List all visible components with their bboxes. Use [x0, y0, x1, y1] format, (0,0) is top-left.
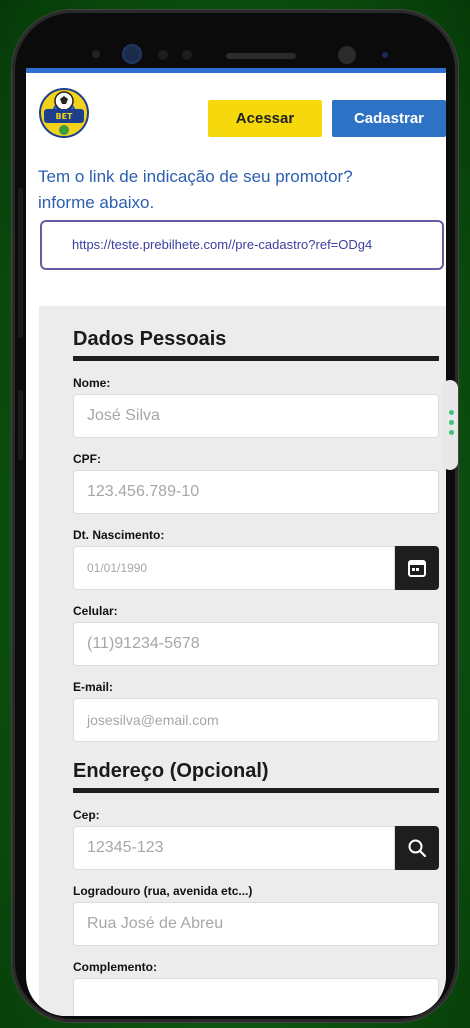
search-icon [408, 839, 427, 858]
calendar-icon [408, 560, 426, 577]
birth-date-input[interactable]: 01/01/1990 [73, 546, 395, 590]
street-input[interactable]: Rua José de Abreu [73, 902, 439, 946]
complement-label: Complemento: [73, 960, 157, 974]
section-divider [73, 788, 439, 793]
name-label: Nome: [73, 376, 111, 390]
cpf-label: CPF: [73, 452, 101, 466]
power-button [18, 390, 23, 460]
volume-button [18, 188, 23, 338]
referral-prompt-line2: informe abaixo. [38, 193, 155, 212]
address-title: Endereço (Opcional) [73, 760, 269, 782]
registration-form-panel: Dados Pessoais Nome: José Silva CPF: 123… [39, 306, 446, 1016]
email-input[interactable]: josesilva@email.com [73, 698, 439, 742]
login-button[interactable]: Acessar [208, 100, 322, 137]
app-screen: BET Acessar Cadastrar Tem o link de indi… [26, 68, 446, 1016]
section-divider [73, 356, 439, 361]
logo-ball-icon[interactable]: BET [38, 87, 90, 139]
cep-search-button[interactable] [395, 826, 439, 870]
register-button[interactable]: Cadastrar [332, 100, 446, 137]
app-header: BET Acessar Cadastrar [26, 73, 446, 153]
phone-sensors [92, 44, 392, 68]
name-placeholder: José Silva [87, 407, 160, 424]
street-label: Logradouro (rua, avenida etc...) [73, 884, 253, 898]
phone-label: Celular: [73, 604, 118, 618]
referral-link-input[interactable]: https://teste.prebilhete.com//pre-cadast… [40, 220, 444, 270]
cpf-input[interactable]: 123.456.789-10 [73, 470, 439, 514]
phone-input[interactable]: (11)91234-5678 [73, 622, 439, 666]
birth-date-placeholder: 01/01/1990 [87, 561, 148, 575]
referral-prompt-line1: Tem o link de indicação de seu promotor? [38, 167, 353, 186]
birth-date-label: Dt. Nascimento: [73, 528, 165, 542]
street-placeholder: Rua José de Abreu [87, 915, 224, 932]
calendar-button[interactable] [395, 546, 439, 590]
scroll-handle-dots[interactable] [449, 410, 457, 440]
cep-placeholder: 12345-123 [87, 839, 164, 856]
email-placeholder: josesilva@email.com [87, 712, 219, 728]
complement-input[interactable] [73, 978, 439, 1016]
cpf-placeholder: 123.456.789-10 [87, 483, 200, 500]
phone-placeholder: (11)91234-5678 [87, 635, 200, 652]
svg-text:BET: BET [55, 112, 73, 121]
name-input[interactable]: José Silva [73, 394, 439, 438]
cep-input[interactable]: 12345-123 [73, 826, 395, 870]
personal-data-title: Dados Pessoais [73, 328, 227, 350]
cep-label: Cep: [73, 808, 100, 822]
referral-link-value: https://teste.prebilhete.com//pre-cadast… [72, 237, 373, 252]
referral-prompt: Tem o link de indicação de seu promotor?… [38, 164, 438, 216]
email-label: E-mail: [73, 680, 114, 694]
